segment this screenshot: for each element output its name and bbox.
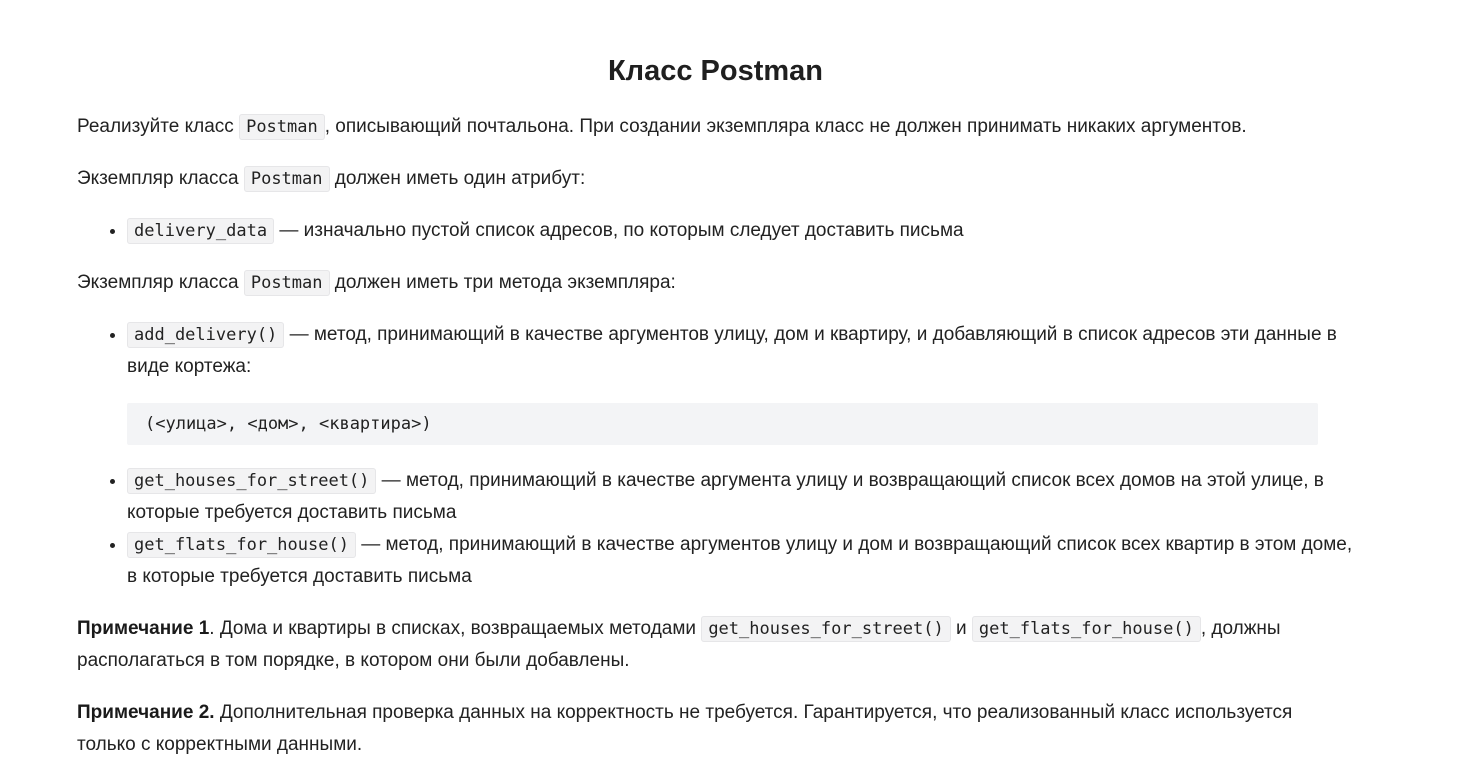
page-title: Класс Postman	[607, 55, 824, 87]
list-item-text: — метод, принимающий в качестве аргумент…	[127, 324, 1337, 377]
list-item-text: — изначально пустой список адресов, по к…	[274, 220, 964, 241]
note-2-label: Примечание 2.	[77, 702, 215, 723]
intro-text-before: Реализуйте класс	[77, 116, 240, 137]
inline-code-method: get_houses_for_street()	[127, 468, 377, 494]
methods-text-after: должен иметь три метода экземпляра:	[329, 272, 676, 293]
intro-paragraph: Реализуйте класс Postman, описывающий по…	[77, 111, 1354, 143]
intro-text-after: , описывающий почтальона. При создании э…	[324, 116, 1247, 137]
inline-code-attribute: delivery_data	[127, 218, 275, 244]
document-page: Класс Postman Реализуйте класс Postman, …	[0, 0, 1462, 777]
note-1-text-before: . Дома и квартиры в списках, возвращаемы…	[209, 618, 702, 639]
methods-list: add_delivery() — метод, принимающий в ка…	[77, 319, 1354, 593]
list-item: add_delivery() — метод, принимающий в ка…	[127, 319, 1354, 445]
methods-paragraph: Экземпляр класса Postman должен иметь тр…	[77, 267, 1354, 299]
list-item: get_flats_for_house() — метод, принимающ…	[127, 529, 1354, 593]
list-item: get_houses_for_street() — метод, принима…	[127, 465, 1354, 529]
list-item: delivery_data — изначально пустой список…	[127, 215, 1354, 247]
attributes-text-before: Экземпляр класса	[77, 168, 244, 189]
attributes-paragraph: Экземпляр класса Postman должен иметь од…	[77, 163, 1354, 195]
attributes-list: delivery_data — изначально пустой список…	[77, 215, 1354, 247]
inline-code-method: get_flats_for_house()	[127, 532, 356, 558]
inline-code-method: get_houses_for_street()	[701, 616, 951, 642]
methods-text-before: Экземпляр класса	[77, 272, 244, 293]
inline-code-postman: Postman	[243, 270, 330, 296]
inline-code-postman: Postman	[239, 114, 325, 140]
inline-code-method: add_delivery()	[127, 322, 285, 348]
note-2-text: Дополнительная проверка данных на коррек…	[77, 702, 1293, 755]
attributes-text-after: должен иметь один атрибут:	[329, 168, 586, 189]
inline-code-postman: Postman	[243, 166, 330, 192]
code-block: (<улица>, <дом>, <квартира>)	[127, 403, 1318, 445]
note-2: Примечание 2. Дополнительная проверка да…	[77, 697, 1354, 761]
note-1-label: Примечание 1	[77, 618, 210, 639]
note-1: Примечание 1. Дома и квартиры в списках,…	[77, 613, 1354, 677]
note-1-text-middle: и	[950, 618, 972, 639]
inline-code-method: get_flats_for_house()	[971, 616, 1201, 642]
